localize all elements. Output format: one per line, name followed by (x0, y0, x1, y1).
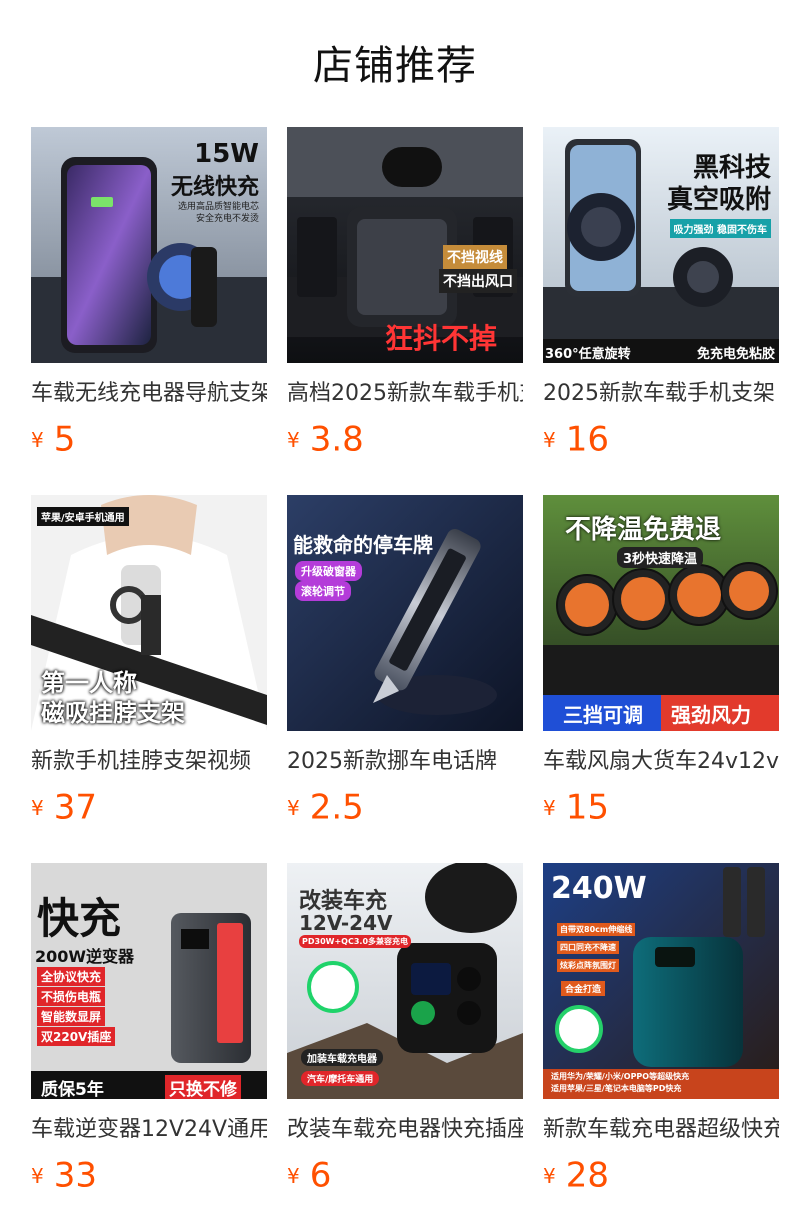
image-headline: 无线快充 (170, 175, 259, 200)
product-image[interactable]: 不降温免费退 3秒快速降温 三挡可调 强劲风力 (543, 495, 779, 731)
price-value: 2.5 (309, 787, 364, 828)
product-price: ¥6 (287, 1155, 523, 1196)
product-name[interactable]: 车载风扇大货车24v12v (543, 747, 779, 777)
image-caption: 质保5年 (41, 1080, 104, 1099)
image-headline: 真空吸附 (666, 185, 771, 215)
price-value: 33 (53, 1155, 97, 1196)
image-headline: 12V-24V (299, 911, 393, 935)
image-caption: 安全充电不发烫 (195, 214, 259, 224)
product-price: ¥3.8 (287, 419, 523, 460)
image-badge: 双220V插座 (37, 1027, 116, 1046)
image-headline: 能救命的停车牌 (293, 533, 433, 557)
product-card[interactable]: 苹果/安卓手机通用 第一人称 磁吸挂脖支架 新款手机挂脖支架视频 ¥37 (31, 495, 267, 863)
currency-symbol: ¥ (31, 427, 44, 452)
image-badge: 汽车/摩托车通用 (301, 1071, 380, 1086)
product-image[interactable]: 能救命的停车牌 升级破窗器 滚轮调节 (287, 495, 523, 731)
page: 店铺推荐 15W 无线快充 选用高品质智能电芯 安全充电不发烫 车载无线充电器导… (0, 0, 790, 1232)
image-caption: 强劲风力 (671, 703, 751, 727)
page-title: 店铺推荐 (313, 43, 477, 89)
price-value: 5 (53, 419, 76, 460)
currency-symbol: ¥ (543, 795, 556, 820)
product-card[interactable]: 改装车充 12V-24V PD30W+QC3.0多兼容充电 加装车载充电器 汽车… (287, 863, 523, 1231)
price-value: 6 (309, 1155, 332, 1196)
price-value: 16 (565, 419, 609, 460)
image-badge: 不损伤电瓶 (37, 987, 106, 1006)
image-headline: 狂抖不掉 (385, 322, 498, 355)
price-value: 15 (565, 787, 609, 828)
image-caption: 适用华为/荣耀/小米/OPPO等超级快充 (551, 1072, 690, 1081)
image-caption: 只换不修 (165, 1075, 241, 1099)
product-name[interactable]: 车载逆变器12V24V通用 (31, 1115, 267, 1145)
product-image[interactable]: 240W 自带双80cm伸缩线 四口同充不降速 炫彩点阵氛围灯 合金打造 适用华… (543, 863, 779, 1099)
product-image[interactable]: 快充 200W逆变器 全协议快充 不损伤电瓶 智能数显屏 双220V插座 质保5… (31, 863, 267, 1099)
image-headline: 15W (194, 139, 259, 169)
product-image[interactable]: 改装车充 12V-24V PD30W+QC3.0多兼容充电 加装车载充电器 汽车… (287, 863, 523, 1099)
product-image[interactable]: 黑科技 真空吸附 吸力强劲 稳固不伤车 360°任意旋转 免充电免粘胶 (543, 127, 779, 363)
image-badge: 3秒快速降温 (617, 547, 704, 568)
image-badge: 合金打造 (561, 981, 606, 996)
currency-symbol: ¥ (543, 427, 556, 452)
product-card[interactable]: 240W 自带双80cm伸缩线 四口同充不降速 炫彩点阵氛围灯 合金打造 适用华… (543, 863, 779, 1231)
product-price: ¥16 (543, 419, 779, 460)
currency-symbol: ¥ (287, 795, 300, 820)
currency-symbol: ¥ (31, 795, 44, 820)
image-headline: 快充 (37, 894, 122, 943)
image-badge: 吸力强劲 稳固不伤车 (669, 219, 771, 238)
product-card[interactable]: 15W 无线快充 选用高品质智能电芯 安全充电不发烫 车载无线充电器导航支架 ¥… (31, 127, 267, 495)
product-card[interactable]: 不挡视线 不挡出风口 狂抖不掉 高档2025新款车载手机支架 ¥3.8 (287, 127, 523, 495)
product-price: ¥37 (31, 787, 267, 828)
image-badge: 智能数显屏 (37, 1007, 106, 1026)
product-card[interactable]: 黑科技 真空吸附 吸力强劲 稳固不伤车 360°任意旋转 免充电免粘胶 2025… (543, 127, 779, 495)
image-caption: 免充电免粘胶 (696, 347, 775, 362)
image-caption: 360°任意旋转 (545, 347, 631, 362)
product-card[interactable]: 不降温免费退 3秒快速降温 三挡可调 强劲风力 车载风扇大货车24v12v ¥1… (543, 495, 779, 863)
product-price: ¥28 (543, 1155, 779, 1196)
currency-symbol: ¥ (543, 1163, 556, 1188)
product-image[interactable]: 苹果/安卓手机通用 第一人称 磁吸挂脖支架 (31, 495, 267, 731)
image-badge: 苹果/安卓手机通用 (37, 507, 129, 526)
image-badge: PD30W+QC3.0多兼容充电 (299, 935, 412, 948)
product-name[interactable]: 2025新款挪车电话牌 (287, 747, 523, 777)
product-price: ¥5 (31, 419, 267, 460)
image-headline: 200W逆变器 (35, 947, 135, 966)
image-caption: 适用苹果/三星/笔记本电脑等PD快充 (551, 1084, 682, 1093)
currency-symbol: ¥ (31, 1163, 44, 1188)
product-price: ¥15 (543, 787, 779, 828)
product-image[interactable]: 不挡视线 不挡出风口 狂抖不掉 (287, 127, 523, 363)
product-grid: 15W 无线快充 选用高品质智能电芯 安全充电不发烫 车载无线充电器导航支架 ¥… (31, 127, 790, 1231)
product-name[interactable]: 2025新款车载手机支架 (543, 379, 779, 409)
image-badge: 不挡出风口 (439, 269, 517, 293)
product-image[interactable]: 15W 无线快充 选用高品质智能电芯 安全充电不发烫 (31, 127, 267, 363)
image-headline: 240W (551, 871, 647, 906)
image-badge: 加装车载充电器 (301, 1049, 383, 1066)
product-card[interactable]: 能救命的停车牌 升级破窗器 滚轮调节 2025新款挪车电话牌 ¥2.5 (287, 495, 523, 863)
product-card[interactable]: 快充 200W逆变器 全协议快充 不损伤电瓶 智能数显屏 双220V插座 质保5… (31, 863, 267, 1231)
product-name[interactable]: 新款车载充电器超级快充 (543, 1115, 779, 1145)
currency-symbol: ¥ (287, 427, 300, 452)
product-name[interactable]: 新款手机挂脖支架视频 (31, 747, 267, 777)
image-badge: 自带双80cm伸缩线 (557, 923, 636, 936)
image-badge: 四口同充不降速 (557, 941, 619, 954)
price-value: 28 (565, 1155, 609, 1196)
image-headline: 磁吸挂脖支架 (41, 699, 185, 727)
product-price: ¥2.5 (287, 787, 523, 828)
currency-symbol: ¥ (287, 1163, 300, 1188)
image-badge: 升级破窗器 (295, 561, 362, 581)
price-value: 37 (53, 787, 97, 828)
image-badge: 全协议快充 (37, 967, 106, 986)
image-badge: 不挡视线 (443, 245, 507, 269)
image-badge: 滚轮调节 (295, 581, 351, 601)
image-caption: 三挡可调 (563, 703, 643, 727)
product-name[interactable]: 车载无线充电器导航支架 (31, 379, 267, 409)
product-price: ¥33 (31, 1155, 267, 1196)
product-name[interactable]: 高档2025新款车载手机支架 (287, 379, 523, 409)
product-name[interactable]: 改装车载充电器快充插座 (287, 1115, 523, 1145)
price-value: 3.8 (309, 419, 364, 460)
image-headline: 不降温免费退 (565, 515, 722, 545)
image-badge: 炫彩点阵氛围灯 (557, 959, 619, 972)
